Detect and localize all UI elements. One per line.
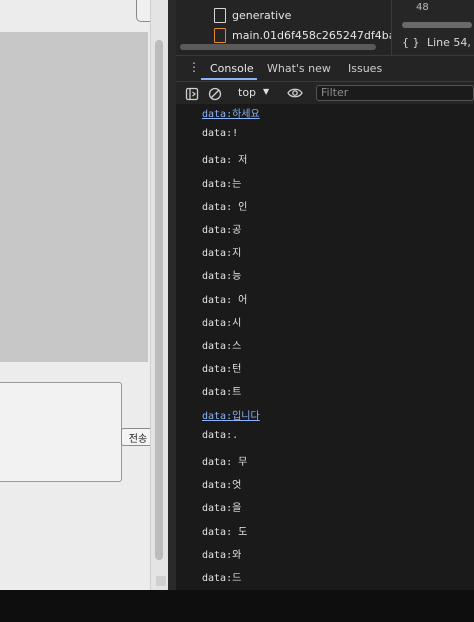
console-message: data:지: [202, 248, 242, 260]
message-textarea[interactable]: [0, 382, 122, 482]
sources-file-list: generative main.01d6f458c265247df4ba.hc …: [176, 0, 474, 56]
page-scrollbar-thumb[interactable]: [155, 40, 163, 560]
panel-divider[interactable]: [168, 0, 176, 590]
context-selector[interactable]: top: [238, 86, 256, 99]
console-message: data:트: [202, 387, 242, 399]
clear-console-icon[interactable]: [208, 86, 222, 101]
file-name: main.01d6f458c265247df4ba.hc: [232, 29, 412, 42]
js-file-icon: [214, 28, 226, 43]
cursor-position-text: Line 54, Cc: [427, 36, 474, 49]
sidebar-toggle-icon[interactable]: [185, 86, 199, 101]
web-page: 전송: [0, 0, 164, 590]
more-options-icon[interactable]: ⋮: [188, 61, 200, 73]
console-message: data:스: [202, 341, 242, 352]
output-panel: [0, 32, 148, 362]
console-message: data:을: [202, 503, 242, 515]
console-message: data:턴: [202, 364, 242, 376]
console-message: data: 인: [202, 201, 248, 213]
resize-corner[interactable]: [156, 576, 166, 586]
console-message: data:공: [202, 225, 242, 236]
console-message: data:는: [202, 178, 242, 190]
page-scrollbar[interactable]: [150, 0, 169, 590]
drawer-tabbar: ⋮ Console What's new Issues: [176, 56, 474, 82]
console-message: data:능: [202, 271, 242, 283]
console-message: data:.: [202, 429, 239, 441]
file-item-generative[interactable]: generative: [214, 8, 291, 23]
curly-braces-icon[interactable]: { }: [402, 36, 420, 49]
active-tab-indicator: [201, 78, 257, 80]
console-message: data:!: [202, 128, 239, 140]
console-message: data: 어: [202, 294, 248, 306]
console-message: data: 도: [202, 526, 248, 538]
chevron-down-icon[interactable]: ▼: [263, 87, 269, 96]
editor-status-panel: 48 { } Line 54, Cc: [391, 0, 474, 55]
monitor-bezel: [0, 590, 474, 622]
console-message[interactable]: data:입니다: [202, 407, 260, 422]
line-number: 48: [416, 2, 429, 13]
editor-scrollbar[interactable]: [402, 22, 472, 28]
file-name: generative: [232, 9, 292, 22]
console-message: data:엇: [202, 480, 242, 492]
console-message: data: 저: [202, 155, 248, 167]
cursor-position: { } Line 54, Cc: [402, 36, 474, 49]
file-list-scrollbar[interactable]: [180, 44, 376, 50]
console-message: data:시: [202, 317, 242, 329]
devtools-panel: generative main.01d6f458c265247df4ba.hc …: [176, 0, 474, 590]
file-icon: [214, 8, 226, 23]
console-output: data:하세요 data:! data: 저 data:는 data: 인 data:공…: [176, 104, 474, 590]
tab-whats-new[interactable]: What's new: [267, 62, 331, 75]
console-message[interactable]: data:하세요: [202, 105, 260, 120]
console-toolbar: top ▼ Filter: [176, 82, 474, 105]
file-item-main-js[interactable]: main.01d6f458c265247df4ba.hc: [214, 28, 412, 43]
console-message: data: 무: [202, 457, 248, 468]
eye-icon[interactable]: [287, 85, 303, 99]
console-message: data:와: [202, 549, 242, 561]
tab-console[interactable]: Console: [210, 62, 254, 75]
filter-input[interactable]: Filter: [316, 85, 474, 101]
console-message: data:드: [202, 573, 242, 584]
tab-issues[interactable]: Issues: [348, 62, 382, 75]
